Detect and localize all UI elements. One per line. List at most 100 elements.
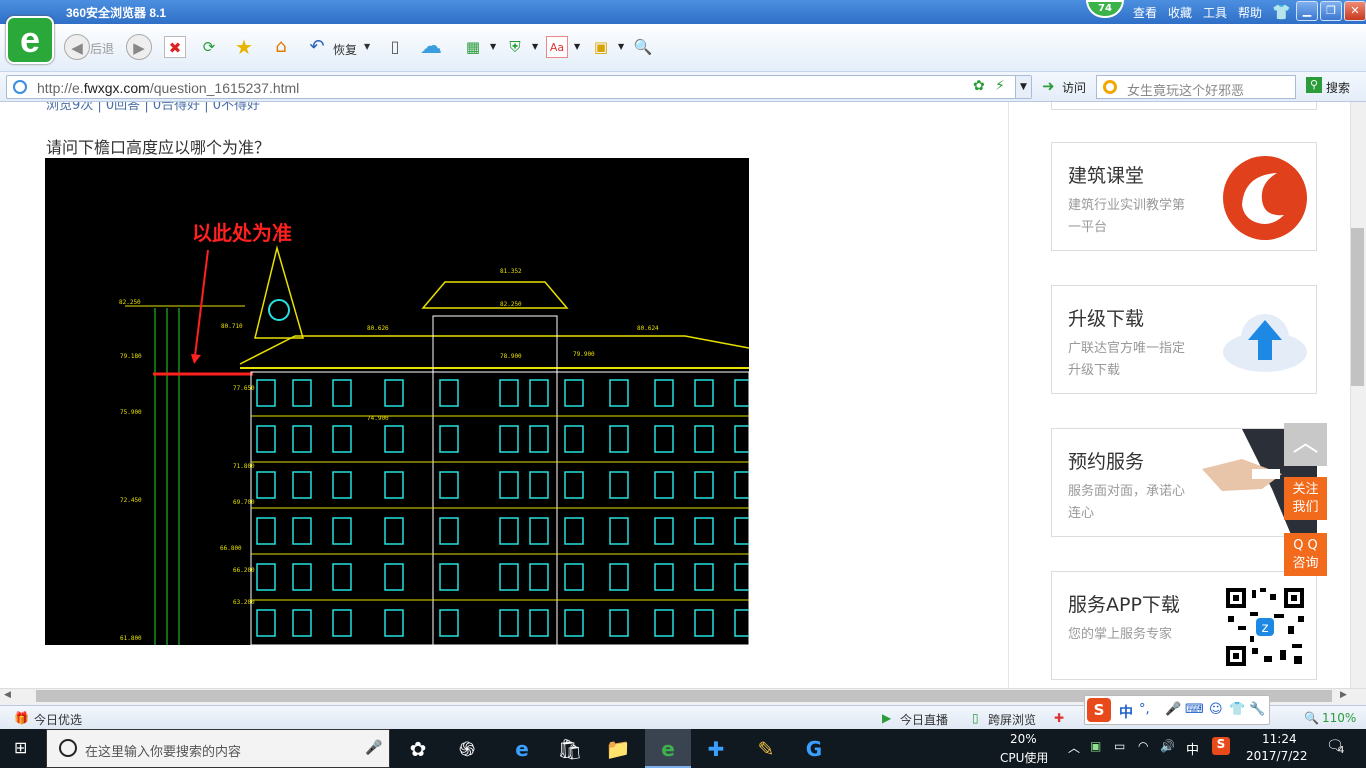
restore-label[interactable]: 恢复 (333, 41, 357, 58)
zoom-level[interactable]: 110% (1322, 711, 1356, 725)
search-input[interactable]: 女生竟玩这个好邪恶 (1096, 75, 1296, 99)
menu-tools[interactable]: 工具 (1203, 4, 1227, 21)
notes-icon[interactable]: ✎ (752, 735, 780, 763)
stop-icon[interactable]: ✖ (164, 36, 186, 58)
speed-mode-icon[interactable]: ⚡ (995, 78, 1005, 94)
mobile-icon[interactable]: ▯ (384, 36, 406, 58)
search-icon[interactable]: ⚲ (1306, 77, 1322, 93)
vertical-scrollbar[interactable] (1350, 102, 1366, 688)
today-picks[interactable]: 今日优选 (34, 711, 82, 728)
cad-window (256, 609, 276, 637)
tray-volume-icon[interactable]: 🔊 (1160, 739, 1175, 753)
search-engine-icon[interactable] (1103, 80, 1117, 94)
clock-time[interactable]: 11:24 (1262, 732, 1297, 746)
app-cross-icon[interactable]: ✚ (702, 735, 730, 763)
qq-consult-button[interactable]: Q Q 咨询 (1284, 533, 1327, 576)
360-browser-icon[interactable]: e (654, 735, 682, 763)
sogou-ime-icon[interactable]: S (1087, 698, 1111, 722)
cad-window (332, 563, 352, 591)
restore-dropdown-icon[interactable]: ▼ (364, 42, 370, 51)
translate-dropdown-icon[interactable]: ▼ (574, 42, 580, 51)
tray-sogou-icon[interactable]: S (1212, 737, 1230, 755)
cloud-icon[interactable]: ☁ (416, 36, 446, 58)
card-desc: 服务面对面，承诺心连心 (1068, 484, 1186, 521)
menu-help[interactable]: 帮助 (1238, 4, 1262, 21)
phone-icon[interactable]: ▯ (972, 711, 979, 725)
secure-icon[interactable]: ✿ (973, 78, 985, 94)
skin-shirt-icon[interactable]: 👕 (1272, 3, 1291, 21)
punct-icon[interactable]: °, (1139, 702, 1150, 717)
screenshot-dropdown-icon[interactable]: ▼ (618, 42, 624, 51)
shield-dropdown-icon[interactable]: ▼ (532, 42, 538, 51)
url-text[interactable]: http://e.fwxgx.com/question_1615237.html (37, 80, 299, 96)
cross-screen-browse[interactable]: 跨屏浏览 (988, 711, 1036, 728)
menu-view[interactable]: 查看 (1133, 4, 1157, 21)
back-to-top-button[interactable]: ︿ (1284, 423, 1327, 466)
cad-elevation-label: 61.800 (120, 635, 142, 642)
cortana-icon[interactable] (59, 739, 77, 757)
scroll-right-icon[interactable]: ▶ (1340, 690, 1347, 700)
follow-us-button[interactable]: 关注 我们 (1284, 477, 1327, 520)
gift-icon[interactable]: 🎁 (14, 711, 29, 725)
today-live[interactable]: 今日直播 (900, 711, 948, 728)
card-building-class[interactable]: 建筑课堂 建筑行业实训教学第一平台 (1051, 142, 1317, 251)
apps-icon[interactable]: ▦ (462, 36, 484, 58)
tray-nvidia-icon[interactable]: ▣ (1090, 739, 1101, 753)
favorite-star-icon[interactable]: ★ (233, 36, 255, 58)
magnifier-icon[interactable]: 🔍 (632, 36, 654, 58)
store-icon[interactable]: 🛍 (556, 735, 584, 763)
edge-icon[interactable]: e (508, 735, 536, 763)
live-icon[interactable]: ▶ (882, 711, 891, 725)
address-dropdown-icon[interactable]: ▼ (1015, 76, 1031, 98)
ime-lang[interactable]: 中 (1119, 702, 1133, 722)
taskbar-search-input[interactable]: 在这里输入你要搜索的内容 🎤 (46, 729, 390, 768)
card-upgrade-download[interactable]: 升级下载 广联达官方唯一指定升级下载 (1051, 285, 1317, 394)
apps-dropdown-icon[interactable]: ▼ (490, 42, 496, 51)
plugin-icon[interactable]: ✚ (1054, 711, 1064, 725)
refresh-icon[interactable]: ⟳ (198, 36, 220, 58)
tray-wifi-icon[interactable]: ◠ (1138, 739, 1148, 753)
back-label[interactable]: 后退 (90, 40, 114, 57)
minimize-button[interactable]: ▁ (1296, 1, 1318, 21)
scroll-left-icon[interactable]: ◀ (4, 690, 11, 700)
address-bar[interactable]: http://e.fwxgx.com/question_1615237.html… (6, 75, 1032, 99)
menu-favorites[interactable]: 收藏 (1168, 4, 1192, 21)
mic-icon[interactable]: 🎤 (1165, 702, 1181, 717)
start-windows-icon[interactable]: ⊞ (14, 739, 32, 757)
forward-button[interactable]: ▶ (126, 34, 152, 60)
visit-arrow-icon[interactable]: ➜ (1042, 77, 1055, 95)
cad-elevation-image: 以此处为准 82.250 81.352 82.250 80.626 80.624… (45, 158, 749, 645)
restore-icon[interactable]: ↶ (306, 36, 328, 58)
cad-window (256, 517, 276, 545)
tray-ime-lang[interactable]: 中 (1186, 739, 1199, 758)
user-icon[interactable]: ☺ (1209, 702, 1223, 717)
clock-date[interactable]: 2017/7/22 (1246, 749, 1308, 763)
search-button[interactable]: 搜索 (1326, 79, 1350, 96)
glodon-g-icon[interactable]: G (800, 735, 828, 763)
skin-icon[interactable]: 👕 (1229, 702, 1245, 717)
close-button[interactable]: ✕ (1344, 1, 1366, 21)
ime-toolbar[interactable]: S 中 °, 🎤 ⌨ ☺ 👕 🔧 (1084, 695, 1270, 725)
task-view-icon[interactable]: ✿ (404, 735, 432, 763)
app-swirl-icon[interactable]: ֍ (453, 735, 481, 763)
shield-icon[interactable]: ⛨ (504, 36, 526, 58)
zoom-icon[interactable]: 🔍 (1304, 711, 1319, 725)
tray-battery-icon[interactable]: ▭ (1114, 739, 1125, 753)
tray-expand-icon[interactable]: ︿ (1068, 739, 1080, 756)
file-explorer-icon[interactable]: 📁 (604, 735, 632, 763)
score-badge[interactable]: 74 (1086, 0, 1124, 18)
card-appointment-service[interactable]: 预约服务 服务面对面，承诺心连心 (1051, 428, 1317, 537)
card-desc: 建筑行业实训教学第一平台 (1068, 198, 1186, 235)
vertical-scroll-thumb[interactable] (1351, 228, 1364, 386)
card-app-download[interactable]: 服务APP下载 您的掌上服务专家 z (1051, 571, 1317, 680)
back-button[interactable]: ◀ (64, 34, 90, 60)
wrench-icon[interactable]: 🔧 (1249, 702, 1265, 717)
maximize-button[interactable]: ❐ (1320, 1, 1342, 21)
home-icon[interactable]: ⌂ (270, 36, 292, 58)
keyboard-icon[interactable]: ⌨ (1185, 702, 1204, 717)
microphone-icon[interactable]: 🎤 (365, 740, 382, 756)
browser-logo-icon[interactable]: e (6, 16, 54, 64)
translate-icon[interactable]: Aa (546, 36, 568, 58)
screenshot-icon[interactable]: ▣ (590, 36, 612, 58)
visit-button[interactable]: 访问 (1062, 79, 1086, 96)
